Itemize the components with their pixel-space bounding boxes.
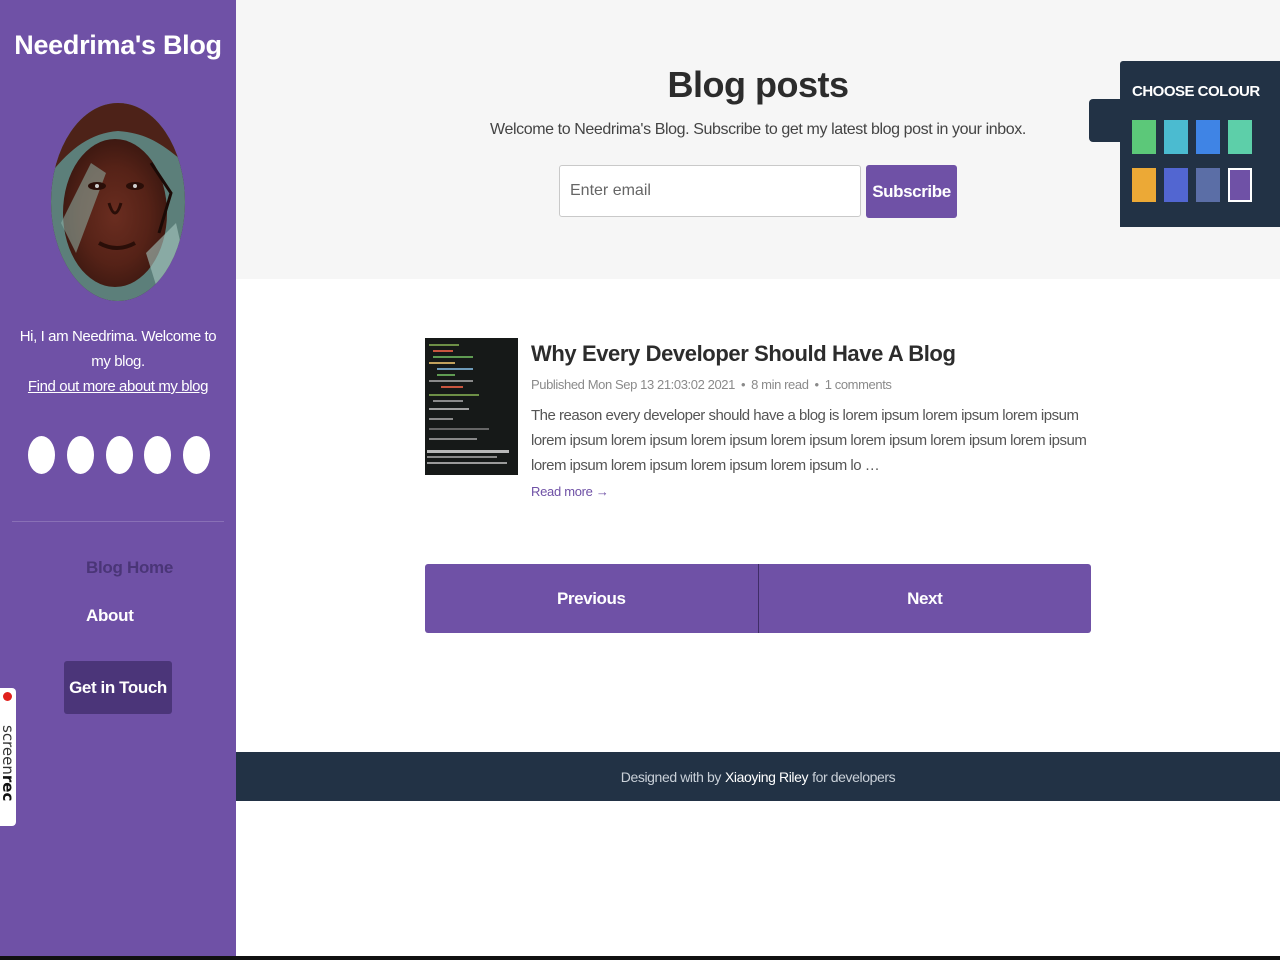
post-comments[interactable]: 1 comments bbox=[825, 377, 892, 392]
email-input[interactable] bbox=[559, 165, 861, 217]
colour-swatch[interactable] bbox=[1228, 120, 1252, 154]
post-excerpt: The reason every developer should have a… bbox=[531, 407, 1087, 474]
social-icon[interactable] bbox=[105, 436, 133, 474]
next-button[interactable]: Next bbox=[758, 564, 1091, 633]
social-icon[interactable] bbox=[66, 436, 94, 474]
colour-swatch[interactable] bbox=[1132, 168, 1156, 202]
colour-swatch[interactable] bbox=[1164, 120, 1188, 154]
pagination: Previous Next bbox=[425, 564, 1091, 633]
nav-blog-home[interactable]: Blog Home bbox=[86, 558, 173, 578]
read-more-link[interactable]: Read more → bbox=[531, 484, 609, 499]
previous-button[interactable]: Previous bbox=[425, 564, 758, 633]
post-thumbnail[interactable] bbox=[425, 338, 518, 475]
nav-about[interactable]: About bbox=[86, 606, 134, 626]
blog-name[interactable]: Needrima's Blog bbox=[0, 30, 236, 61]
social-icon[interactable] bbox=[183, 436, 210, 474]
footer-author-link[interactable]: Xiaoying Riley bbox=[725, 769, 809, 785]
screenrec-label: screenrec bbox=[0, 724, 17, 802]
post-title[interactable]: Why Every Developer Should Have A Blog bbox=[531, 341, 956, 367]
colour-swatches bbox=[1132, 120, 1252, 202]
sidebar-divider bbox=[12, 521, 224, 522]
social-icon[interactable] bbox=[28, 436, 55, 474]
social-icon[interactable] bbox=[144, 436, 172, 474]
record-icon bbox=[3, 692, 12, 701]
footer: Designed with by Xiaoying Riley for deve… bbox=[236, 752, 1280, 801]
social-links bbox=[28, 436, 210, 474]
profile-avatar bbox=[51, 103, 185, 301]
bio: Hi, I am Needrima. Welcome to my blog. F… bbox=[18, 324, 218, 399]
colour-swatch[interactable] bbox=[1164, 168, 1188, 202]
post-read-time: 8 min read bbox=[751, 377, 809, 392]
colour-panel-title: CHOOSE COLOUR bbox=[1132, 83, 1260, 100]
page-bottom-edge bbox=[0, 956, 1280, 960]
footer-suffix: for developers bbox=[812, 768, 896, 785]
screenrec-widget[interactable]: screenrec bbox=[0, 688, 17, 826]
post-meta: Published Mon Sep 13 21:03:02 2021 • 8 min… bbox=[531, 377, 892, 392]
post-date: Published Mon Sep 13 21:03:02 2021 bbox=[531, 377, 735, 392]
colour-swatch[interactable] bbox=[1132, 120, 1156, 154]
colour-panel: CHOOSE COLOUR bbox=[1120, 61, 1280, 227]
colour-swatch[interactable] bbox=[1196, 120, 1220, 154]
about-blog-link[interactable]: Find out more about my blog bbox=[28, 378, 209, 395]
bio-text: Hi, I am Needrima. Welcome to my blog. bbox=[19, 328, 217, 370]
colour-swatch[interactable] bbox=[1228, 168, 1252, 202]
sidebar: Needrima's Blog Hi, I am Needrima. Welco… bbox=[0, 0, 236, 960]
footer-prefix: Designed with by bbox=[620, 768, 722, 785]
get-in-touch-button[interactable]: Get in Touch bbox=[64, 661, 172, 714]
subscribe-button[interactable]: Subscribe bbox=[866, 165, 957, 218]
colour-swatch[interactable] bbox=[1196, 168, 1220, 202]
